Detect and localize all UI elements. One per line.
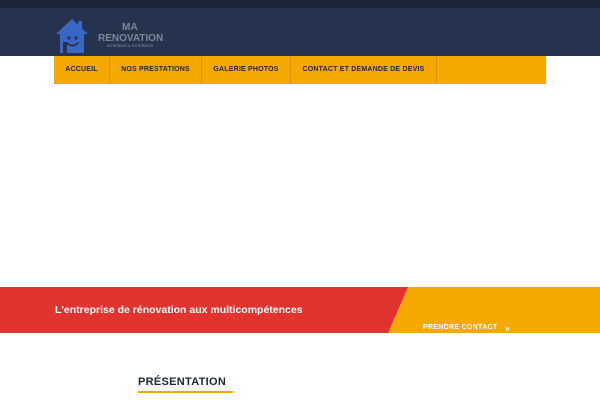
site-header: MA RENOVATION INTERIEUR & EXTERIEUR (0, 8, 600, 56)
nav-divider (436, 56, 437, 84)
section-title-underline (138, 391, 233, 393)
cta-label: PRENDRE CONTACT (423, 324, 498, 331)
logo-text: MA RENOVATION INTERIEUR & EXTERIEUR (98, 22, 164, 49)
nav-item-accueil[interactable]: ACCUEIL (54, 56, 109, 84)
nav-item-galerie[interactable]: GALERIE PHOTOS (202, 56, 290, 84)
logo-name-line1: MA (122, 22, 138, 33)
section-title: PRÉSENTATION (138, 376, 227, 388)
site-logo[interactable]: MA RENOVATION INTERIEUR & EXTERIEUR (54, 17, 174, 57)
nav-item-contact[interactable]: CONTACT ET DEMANDE DE DEVIS (291, 56, 436, 84)
house-icon (56, 19, 88, 53)
banner-tagline: L'entreprise de rénovation aux multicomp… (55, 304, 303, 316)
prendre-contact-button[interactable]: PRENDRE CONTACT » (423, 323, 514, 342)
main-nav: ACCUEIL NOS PRESTATIONS GALERIE PHOTOS C… (54, 56, 546, 84)
cta-underline (423, 339, 514, 340)
logo-name-line2: RENOVATION (98, 33, 164, 44)
nav-item-prestations[interactable]: NOS PRESTATIONS (110, 56, 201, 84)
logo-tagline: INTERIEUR & EXTERIEUR (106, 44, 154, 48)
top-strip (0, 0, 600, 8)
double-chevron-right-icon: » (505, 323, 510, 333)
